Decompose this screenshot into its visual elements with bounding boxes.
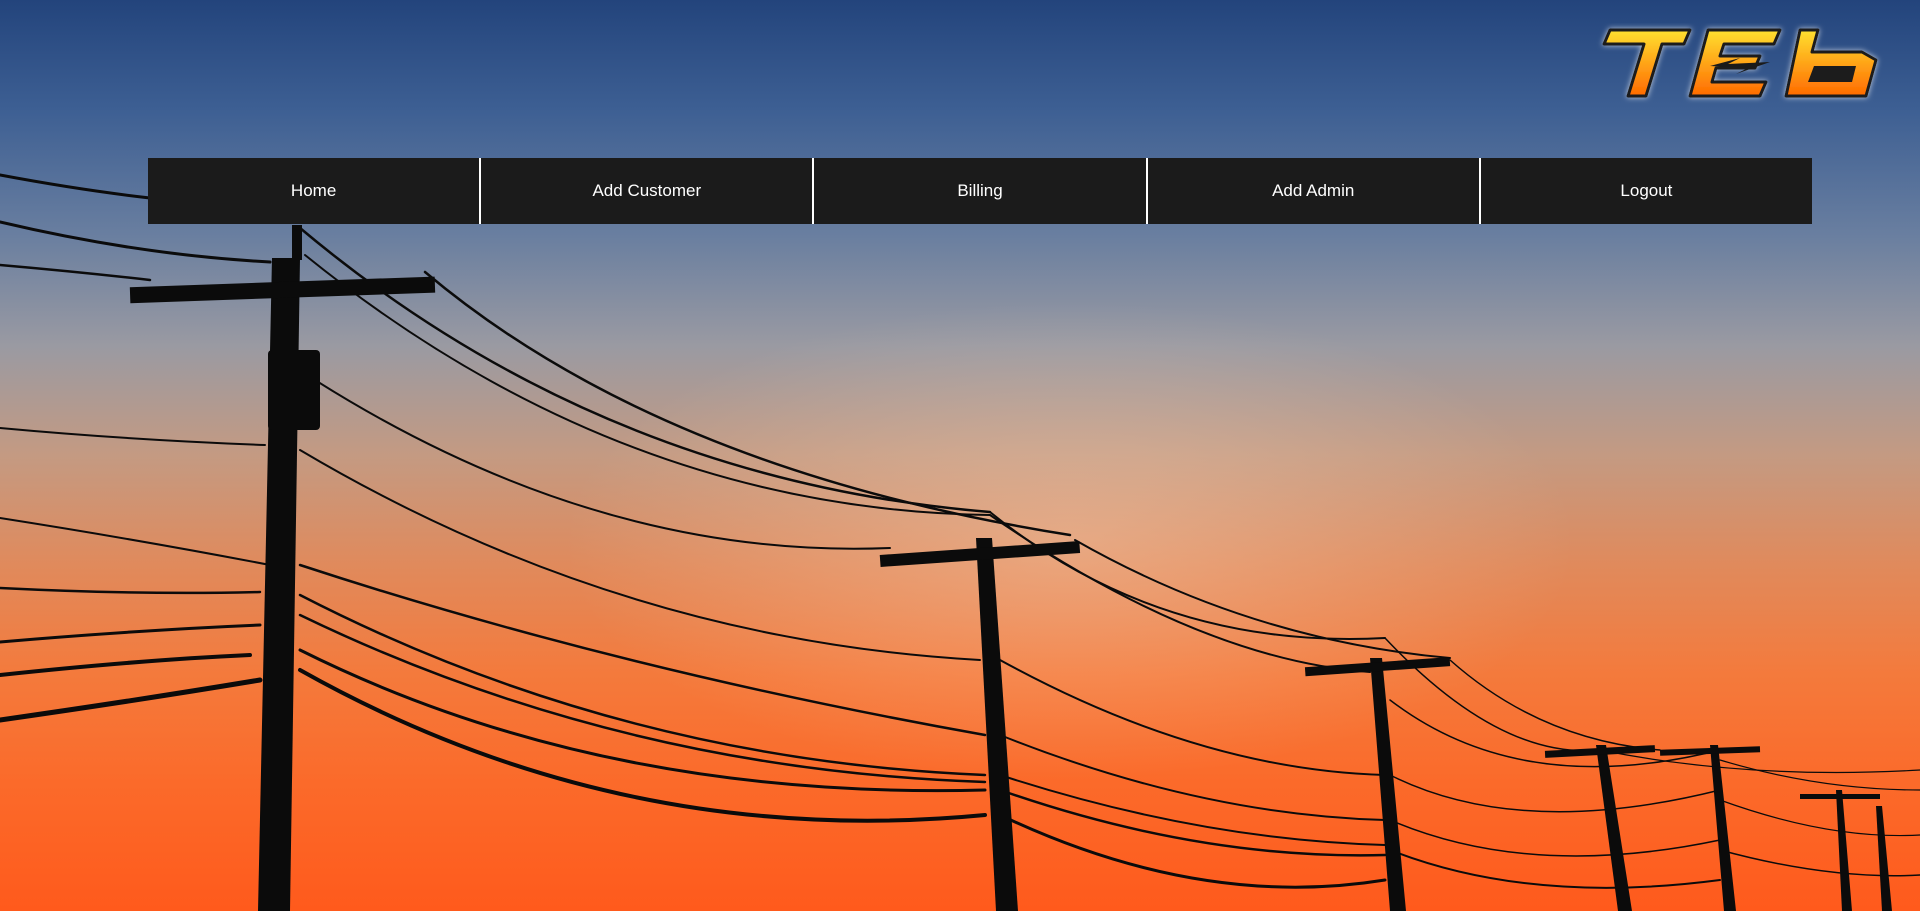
nav-home-label: Home [290,181,337,200]
page-background: Home Add Customer Billing Add Admin Logo… [0,0,1920,911]
nav-logout[interactable]: Logout [1481,158,1812,224]
power-lines-silhouette [0,173,1920,911]
nav-billing-label: Billing [957,181,1003,200]
teb-logo-icon [1602,28,1878,98]
nav-home[interactable]: Home [148,158,482,224]
nav-add-customer-label: Add Customer [592,181,702,200]
main-nav: Home Add Customer Billing Add Admin Logo… [148,158,1812,224]
brand-logo[interactable] [1590,18,1890,108]
nav-add-admin-label: Add Admin [1272,181,1355,200]
nav-add-customer[interactable]: Add Customer [481,158,815,224]
nav-logout-label: Logout [1620,181,1673,200]
nav-billing[interactable]: Billing [814,158,1148,224]
nav-add-admin[interactable]: Add Admin [1148,158,1481,224]
